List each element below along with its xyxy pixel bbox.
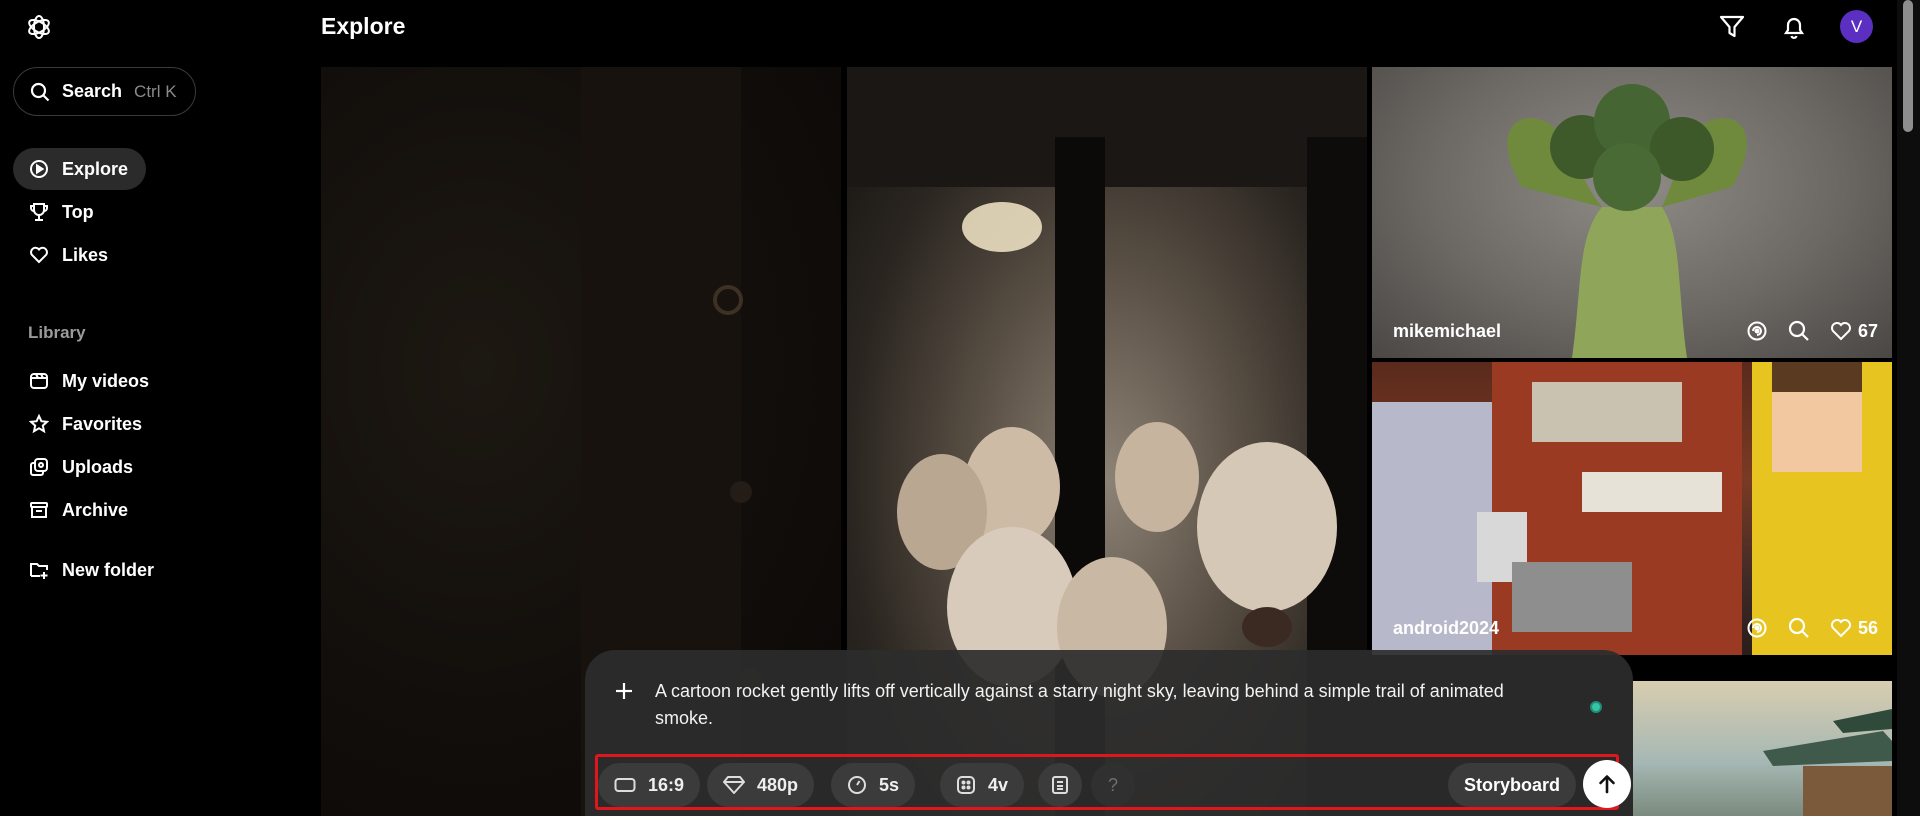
- app-root: Search Ctrl K Explore Top Likes Library …: [0, 0, 1920, 816]
- filter-button[interactable]: [1715, 10, 1749, 44]
- prompt-composer: A cartoon rocket gently lifts off vertic…: [585, 650, 1633, 816]
- nav-item-my-videos[interactable]: My videos: [13, 360, 167, 402]
- resolution-button[interactable]: 480p: [707, 763, 815, 807]
- status-dot-icon: [1590, 701, 1602, 713]
- scrollbar-thumb[interactable]: [1903, 0, 1913, 132]
- sidebar: Search Ctrl K Explore Top Likes Library …: [0, 0, 300, 816]
- star-icon: [29, 414, 49, 434]
- presets-icon: [1052, 776, 1068, 794]
- nav-label: My videos: [62, 370, 150, 391]
- heart-icon: [1830, 322, 1851, 341]
- nav-label: Top: [62, 201, 94, 222]
- nav-label: Favorites: [62, 413, 143, 434]
- clock-icon: [848, 776, 866, 794]
- nav-label: Likes: [62, 244, 109, 265]
- tile-art: [1507, 84, 1747, 358]
- storyboard-label: Storyboard: [1464, 774, 1561, 795]
- tile-username[interactable]: android2024: [1393, 618, 1726, 639]
- nav-label: Archive: [62, 499, 129, 520]
- search-label: Search: [62, 81, 123, 101]
- presets-button[interactable]: [1038, 763, 1082, 807]
- uploads-icon: [30, 458, 48, 476]
- search-icon: [1788, 617, 1809, 638]
- search-tile-button[interactable]: [1788, 617, 1810, 639]
- diamond-icon: [723, 776, 745, 794]
- page-title: Explore: [321, 13, 406, 39]
- nav-item-archive[interactable]: Archive: [13, 489, 146, 531]
- duration-value: 5s: [879, 774, 900, 795]
- trophy-icon: [30, 203, 48, 221]
- arrow-up-icon: [1599, 775, 1615, 794]
- nav-label: Explore: [62, 158, 129, 179]
- like-count: 56: [1857, 617, 1878, 638]
- remix-button[interactable]: [1746, 617, 1768, 639]
- prompt-input[interactable]: A cartoon rocket gently lifts off vertic…: [655, 678, 1555, 732]
- search-icon: [30, 82, 50, 101]
- video-tile-pagoda[interactable]: [1633, 681, 1892, 816]
- archive-icon: [30, 502, 48, 518]
- nav-item-top[interactable]: Top: [13, 191, 112, 233]
- tile-username[interactable]: mikemichael: [1393, 321, 1726, 342]
- aspect-ratio-button[interactable]: 16:9: [598, 763, 701, 807]
- nav-label: New folder: [62, 559, 155, 580]
- aspect-ratio-icon: [614, 778, 636, 792]
- new-folder-icon: [30, 563, 48, 579]
- plus-icon: [616, 683, 632, 699]
- filter-icon: [1719, 15, 1745, 38]
- openai-logo-icon[interactable]: [24, 12, 54, 42]
- avatar[interactable]: V: [1840, 10, 1873, 43]
- tile-art: [1372, 362, 1892, 655]
- aspect-ratio-value: 16:9: [648, 774, 685, 795]
- library-section-label: Library: [28, 323, 86, 342]
- explore-icon: [30, 160, 48, 178]
- like-count: 67: [1857, 320, 1878, 341]
- tile-meta: mikemichael 67: [1393, 320, 1878, 342]
- nav-item-likes[interactable]: Likes: [13, 234, 126, 276]
- video-tile-pixel-kitchen[interactable]: android2024 56: [1372, 362, 1892, 655]
- nav-item-uploads[interactable]: Uploads: [13, 446, 151, 488]
- remix-icon: [1747, 321, 1767, 341]
- heart-icon: [30, 246, 48, 264]
- nav-item-explore[interactable]: Explore: [13, 148, 147, 190]
- submit-button[interactable]: [1583, 760, 1631, 808]
- avatar-initial: V: [1850, 16, 1863, 36]
- duration-button[interactable]: 5s: [831, 763, 916, 807]
- variations-icon: [957, 776, 975, 794]
- tile-art: [1763, 709, 1892, 816]
- help-icon: ?: [1107, 774, 1118, 795]
- help-button[interactable]: ?: [1091, 763, 1135, 807]
- resolution-value: 480p: [757, 774, 799, 795]
- video-tile-broccoli[interactable]: mikemichael 67: [1372, 67, 1892, 358]
- like-button[interactable]: 67: [1830, 320, 1878, 342]
- tile-meta: android2024 56: [1393, 617, 1878, 639]
- new-folder-button[interactable]: New folder: [13, 549, 172, 591]
- variations-button[interactable]: 4v: [940, 763, 1025, 807]
- add-media-button[interactable]: [609, 676, 639, 706]
- composer-toolbar: 16:9 480p 5s 4v ? Storyboard: [595, 754, 1631, 810]
- search-button[interactable]: Search Ctrl K: [13, 67, 196, 116]
- variations-value: 4v: [988, 774, 1009, 795]
- storyboard-button[interactable]: Storyboard: [1448, 763, 1577, 807]
- like-button[interactable]: 56: [1830, 617, 1878, 639]
- video-icon: [30, 373, 48, 389]
- heart-icon: [1830, 619, 1851, 638]
- nav-item-favorites[interactable]: Favorites: [13, 403, 160, 445]
- nav-label: Uploads: [62, 456, 134, 477]
- search-shortcut: Ctrl K: [134, 81, 177, 101]
- remix-icon: [1747, 618, 1767, 638]
- search-tile-button[interactable]: [1788, 320, 1810, 342]
- bell-icon: [1783, 17, 1805, 39]
- search-icon: [1788, 320, 1809, 341]
- notifications-button[interactable]: [1777, 10, 1811, 44]
- remix-button[interactable]: [1746, 320, 1768, 342]
